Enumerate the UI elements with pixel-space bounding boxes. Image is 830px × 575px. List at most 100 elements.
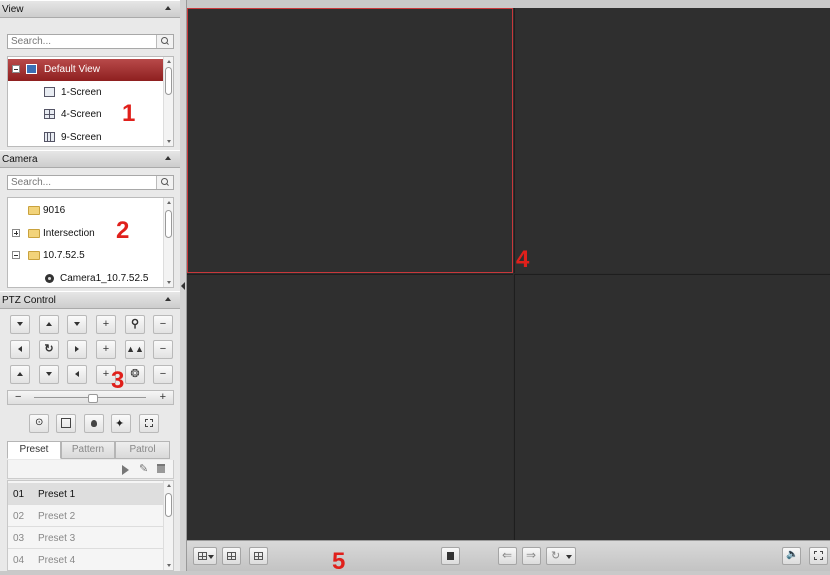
arrow-up-icon [46, 322, 52, 327]
collapse-chevron-icon[interactable] [165, 6, 171, 10]
zoom-window-button[interactable] [56, 414, 76, 433]
focus-mountain-icon: ▲▲ [126, 344, 144, 354]
ptz-right-button[interactable] [67, 340, 87, 359]
iris-close-button[interactable]: − [153, 365, 173, 384]
tree-item-camera1[interactable]: Camera1_10.7.52.5 [8, 268, 165, 287]
ptz-up-right-button[interactable] [67, 315, 87, 334]
slider-minus-label: − [15, 391, 22, 403]
tab-patrol[interactable]: Patrol [115, 441, 170, 459]
tree-item-9-screen[interactable]: 9-Screen [8, 127, 165, 146]
ptz-panel-header[interactable]: PTZ Control [0, 291, 180, 309]
iris-button[interactable]: ❂ [125, 365, 145, 384]
previous-page-button[interactable]: ⇐ [498, 547, 517, 565]
window-division-button[interactable] [193, 547, 217, 565]
zoom-out-button[interactable]: − [153, 315, 173, 334]
iris-icon: ❂ [130, 368, 140, 380]
stop-all-live-view-button[interactable] [441, 547, 460, 565]
tab-preset[interactable]: Preset [7, 441, 61, 459]
next-page-button[interactable]: ⇒ [522, 547, 541, 565]
plus-icon: + [102, 343, 110, 355]
camera-panel-header[interactable]: Camera [0, 150, 180, 168]
zoom-in-button[interactable]: + [96, 315, 116, 334]
ptz-up-button[interactable] [39, 315, 59, 334]
minus-icon: − [159, 343, 167, 355]
arrow-down-left-icon [17, 322, 23, 327]
tree-item-default-view[interactable]: Default View [8, 59, 165, 81]
arrow-left-icon [18, 346, 22, 353]
tab-pattern[interactable]: Pattern [61, 441, 115, 459]
collapse-icon[interactable] [12, 251, 20, 259]
preset-name: Preset 1 [38, 489, 76, 500]
arrow-up-right-icon [74, 322, 80, 327]
video-window-1[interactable] [187, 8, 513, 273]
collapse-arrow-icon[interactable] [181, 282, 185, 290]
tree-item-10-7-52-5[interactable]: 10.7.52.5 [8, 245, 165, 267]
preset-row[interactable]: 01 Preset 1 [8, 483, 165, 505]
expand-icon[interactable] [12, 229, 20, 237]
delete-trash-icon[interactable] [157, 464, 165, 473]
plus-icon: + [102, 318, 110, 330]
light-button[interactable] [84, 414, 104, 433]
preset-row[interactable]: 03 Preset 3 [8, 527, 165, 549]
manual-focus-button[interactable] [139, 414, 159, 433]
camera-tree-scrollbar[interactable] [163, 198, 173, 287]
preset-row[interactable]: 02 Preset 2 [8, 505, 165, 527]
video-window-2[interactable] [514, 8, 830, 273]
save-view-button[interactable] [222, 547, 241, 565]
tree-item-label: 9-Screen [61, 132, 102, 143]
preset-name: Preset 3 [38, 533, 76, 544]
search-icon[interactable] [156, 176, 173, 189]
tree-item-9016[interactable]: 9016 [8, 200, 165, 222]
mute-button[interactable]: 🔈 [782, 547, 801, 565]
arrow-right-icon [75, 346, 79, 353]
view-tree-scrollbar[interactable] [163, 57, 173, 146]
save-view-as-icon [254, 552, 263, 560]
tree-item-intersection[interactable]: Intersection [8, 223, 165, 245]
call-preset-play-icon[interactable] [122, 465, 129, 475]
minus-icon: − [159, 368, 167, 380]
ptz-left-button[interactable] [10, 340, 30, 359]
focus-near-button[interactable]: + [96, 340, 116, 359]
view-search-input[interactable] [8, 35, 162, 48]
bottom-toolbar: ⇐ ⇒ ↻ 🔈 [187, 540, 830, 571]
view-panel-header[interactable]: View [0, 0, 180, 18]
video-window-4[interactable] [514, 274, 830, 540]
collapse-chevron-icon[interactable] [165, 156, 171, 160]
zoom-button[interactable]: ⚲ [125, 315, 145, 334]
wiper-button[interactable]: ✦ [111, 414, 131, 433]
save-view-as-button[interactable] [249, 547, 268, 565]
ptz-speed-slider[interactable]: − + [7, 390, 174, 405]
minus-icon: − [159, 318, 167, 330]
focus-button[interactable]: ▲▲ [125, 340, 145, 359]
ptz-up-left-button[interactable] [10, 365, 30, 384]
window-division-icon [198, 552, 207, 560]
preset-row[interactable]: 04 Preset 4 [8, 549, 165, 570]
edit-pencil-icon[interactable]: ✎ [139, 462, 148, 475]
ptz-auto-scan-button[interactable]: ↻ [39, 340, 59, 359]
ptz-down-button[interactable] [39, 365, 59, 384]
ptz-down-left-button[interactable] [10, 315, 30, 334]
preset-name: Preset 4 [38, 555, 76, 566]
camera-search-box [7, 175, 174, 190]
tree-item-label: 10.7.52.5 [43, 250, 85, 261]
focus-far-button[interactable]: − [153, 340, 173, 359]
slider-plus-label: + [159, 391, 166, 403]
3d-positioning-button[interactable]: ⊙ [29, 414, 49, 433]
tree-item-1-screen[interactable]: 1-Screen [8, 82, 165, 104]
auto-switch-button[interactable]: ↻ [546, 547, 576, 565]
video-window-3[interactable] [187, 274, 513, 540]
collapse-chevron-icon[interactable] [165, 297, 171, 301]
view-panel-title: View [2, 4, 24, 15]
tree-item-4-screen[interactable]: 4-Screen [8, 104, 165, 126]
panel-splitter[interactable] [180, 0, 187, 571]
collapse-icon[interactable] [12, 65, 20, 73]
camera-search-input[interactable] [8, 176, 162, 189]
folder-icon [28, 251, 40, 260]
full-screen-button[interactable] [809, 547, 828, 565]
refresh-icon: ↻ [551, 550, 561, 562]
preset-list-scrollbar[interactable] [163, 481, 173, 570]
ptz-down-right-button[interactable] [67, 365, 87, 384]
slider-knob[interactable] [88, 394, 98, 403]
search-icon[interactable] [156, 35, 173, 48]
preset-number: 01 [13, 489, 25, 500]
